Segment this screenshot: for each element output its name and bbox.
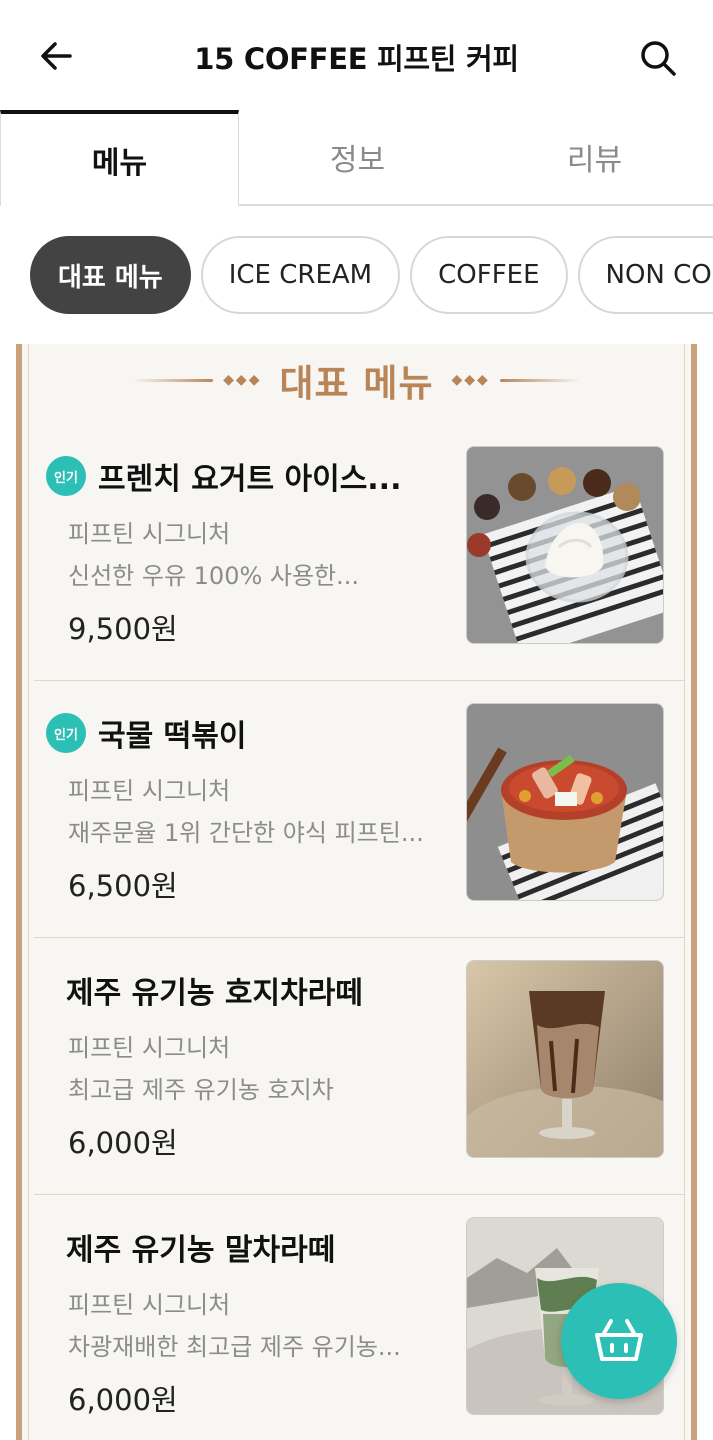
shopping-basket-icon xyxy=(595,1319,643,1361)
chip-non-coffee[interactable]: NON COFFEE xyxy=(577,236,713,314)
chip-signature-menu[interactable]: 대표 메뉴 xyxy=(30,236,191,314)
menu-item-subtitle: 피프틴 시그니처 xyxy=(68,1034,231,1062)
search-button[interactable] xyxy=(630,30,686,86)
menu-item-price: 6,000원 xyxy=(68,1126,178,1160)
menu-item-description: 차광재배한 최고급 제주 유기농... xyxy=(68,1333,401,1361)
tab-reviews[interactable]: 리뷰 xyxy=(476,110,713,206)
menu-item-description: 재주문율 1위 간단한 야식 피프틴... xyxy=(68,819,424,847)
hojicha-latte-image xyxy=(466,960,664,1158)
diamond-ornament-icon: ◆◆◆ xyxy=(223,372,262,388)
menu-item-name: 제주 유기농 말차라떼 xyxy=(66,1233,336,1268)
app-header: 15 COFFEE 피프틴 커피 xyxy=(0,0,713,110)
section-header: ◆◆◆ 대표 메뉴 ◆◆◆ xyxy=(22,350,691,410)
decor-line-right xyxy=(499,378,580,382)
menu-item-name: 프렌치 요거트 아이스... xyxy=(98,462,402,497)
diamond-ornament-icon: ◆◆◆ xyxy=(451,372,490,388)
section-title: 대표 메뉴 xyxy=(279,362,434,405)
name-row: 제주 유기농 말차라떼 xyxy=(66,1225,335,1269)
menu-item-description: 신선한 우유 100% 사용한... xyxy=(68,562,360,590)
popular-badge: 인기 xyxy=(46,713,86,753)
name-row: 제주 유기농 호지차라떼 xyxy=(66,968,363,1012)
page-title: 15 COFFEE 피프틴 커피 xyxy=(194,42,519,76)
tab-menu[interactable]: 메뉴 xyxy=(0,110,239,206)
menu-item-subtitle: 피프틴 시그니처 xyxy=(68,1291,231,1319)
decor-line-left xyxy=(133,378,214,382)
tab-info[interactable]: 정보 xyxy=(239,110,476,206)
menu-item-hojicha-latte[interactable]: 제주 유기농 호지차라떼 피프틴 시그니처 최고급 제주 유기농 호지차 6,0… xyxy=(34,938,685,1195)
search-icon xyxy=(641,41,676,76)
chip-ice-cream[interactable]: ICE CREAM xyxy=(200,236,401,314)
menu-item-price: 9,500원 xyxy=(68,612,178,646)
chip-coffee[interactable]: COFFEE xyxy=(410,236,568,314)
tteokbokki-image xyxy=(466,703,664,901)
menu-item-description: 최고급 제주 유기농 호지차 xyxy=(68,1076,334,1104)
menu-item-tteokbokki[interactable]: 인기 국물 떡볶이 피프틴 시그니처 재주문율 1위 간단한 야식 피프틴...… xyxy=(34,681,685,938)
tab-bar: 메뉴 정보 리뷰 xyxy=(0,110,713,206)
popular-badge: 인기 xyxy=(46,456,86,496)
menu-item-subtitle: 피프틴 시그니처 xyxy=(68,520,231,548)
menu-item-price: 6,500원 xyxy=(68,869,178,903)
yogurt-ice-cream-image xyxy=(466,446,664,644)
menu-card: ◆◆◆ 대표 메뉴 ◆◆◆ 인기 프렌치 요거트 아이스... 피프틴 시그니처… xyxy=(16,344,697,1440)
name-row: 인기 프렌치 요거트 아이스... xyxy=(46,454,402,498)
menu-item-name: 국물 떡볶이 xyxy=(98,719,247,754)
category-chip-bar[interactable]: 대표 메뉴ICE CREAMCOFFEENON COFFEE xyxy=(0,236,713,316)
menu-item-subtitle: 피프틴 시그니처 xyxy=(68,777,231,805)
menu-item-name: 제주 유기농 호지차라떼 xyxy=(66,976,363,1011)
name-row: 인기 국물 떡볶이 xyxy=(46,711,247,755)
cart-button[interactable] xyxy=(561,1283,677,1399)
menu-item-french-yogurt[interactable]: 인기 프렌치 요거트 아이스... 피프틴 시그니처 신선한 우유 100% 사… xyxy=(34,424,685,681)
menu-item-price: 6,000원 xyxy=(68,1383,178,1417)
